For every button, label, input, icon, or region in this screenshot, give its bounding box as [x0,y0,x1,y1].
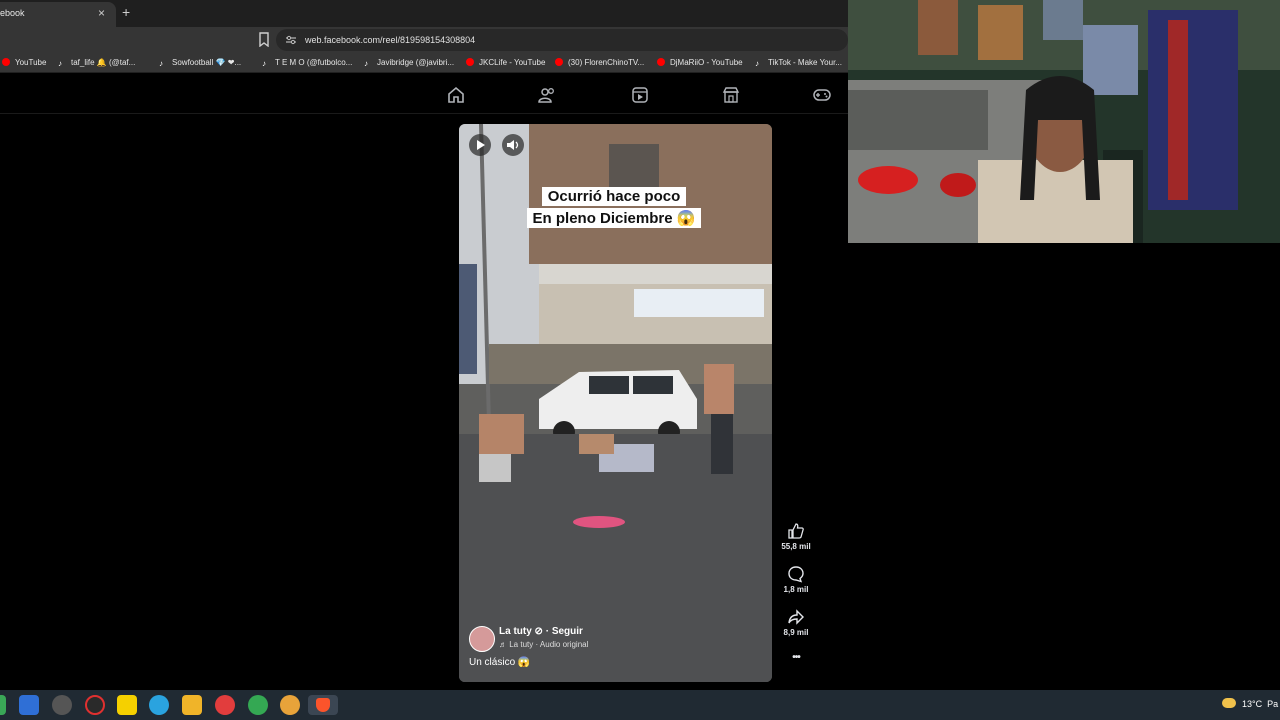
weather-icon [1222,698,1236,708]
weather-temp: 13°C [1242,699,1263,709]
bookmark-item[interactable]: ♪ TikTok - Make Your... [755,57,842,69]
share-count: 8,9 mil [783,628,809,637]
caption-line: Ocurrió hace poco [541,187,687,206]
play-icon[interactable] [469,134,491,156]
reel-video[interactable]: Ocurrió hace poco En pleno Diciembre 😱 L… [459,124,772,682]
chrome-icon[interactable] [215,695,235,715]
bookmark-item[interactable]: DjMaRiiO - YouTube [657,57,743,69]
tiktok-icon: ♪ [159,59,163,68]
bookmark-label: (30) FlorenChinoTV... [568,58,645,67]
like-count: 55,8 mil [781,542,811,551]
tray-text: Pa [1267,699,1279,709]
avatar[interactable] [469,626,495,652]
marketplace-icon[interactable] [722,86,740,104]
bookmark-label: T E M O (@futbolco... [275,58,353,67]
video-caption: Ocurrió hace poco En pleno Diciembre 😱 [489,186,739,229]
system-tray[interactable]: 13°C Pa [1222,698,1278,709]
facebook-nav-bar [0,74,848,114]
new-tab-button[interactable]: + [122,4,130,20]
author-name[interactable]: La tuty ⊘ · Seguir [499,626,583,637]
bookmark-icon[interactable] [258,32,270,47]
youtube-icon [2,58,10,66]
app-icon[interactable] [19,695,39,715]
bookmark-item[interactable]: JKCLife - YouTube [466,57,545,69]
settings-icon[interactable] [52,695,72,715]
sticky-notes-icon[interactable] [117,695,137,715]
comment-count: 1,8 mil [783,585,809,594]
comment-icon [788,566,804,583]
bookmark-label: YouTube [15,58,47,67]
browser-window: ebook × + web.facebook.com/reel/81959815… [0,0,848,690]
bookmark-label: Sowfootball 💎 ❤... [172,58,242,67]
chrome-icon[interactable] [280,695,300,715]
share-icon [788,609,804,625]
tiktok-icon: ♪ [364,59,368,68]
address-bar[interactable]: web.facebook.com/reel/819598154308804 [276,29,848,51]
audio-label[interactable]: ♬ La tuty · Audio original [499,640,588,649]
share-button[interactable]: 8,9 mil [778,608,814,637]
brave-browser-icon[interactable] [308,695,338,715]
comment-button[interactable]: 1,8 mil [778,565,814,594]
start-icon[interactable] [0,695,6,715]
bookmark-label: taf_life 🔔 (@taf... [71,58,136,67]
bookmark-label: TikTok - Make Your... [768,58,842,67]
youtube-icon [466,58,474,66]
file-explorer-icon[interactable] [182,695,202,715]
bookmark-item[interactable]: (30) FlorenChinoTV... [555,57,644,69]
webcam-overlay [848,0,1280,243]
gaming-icon[interactable] [813,86,831,104]
tab-strip: ebook × + [0,0,848,27]
browser-tab[interactable]: ebook × [0,2,116,27]
close-tab-icon[interactable]: × [98,6,105,20]
tiktok-icon: ♪ [262,59,266,68]
telegram-icon[interactable] [149,695,169,715]
volume-icon[interactable] [502,134,524,156]
youtube-icon [555,58,563,66]
chrome-icon[interactable] [248,695,268,715]
tiktok-icon: ♪ [58,59,62,68]
bookmark-label: DjMaRiiO - YouTube [670,58,743,67]
tab-title: ebook [0,8,25,18]
reel-description: Un clásico 😱 [469,657,531,668]
site-info-icon[interactable] [285,35,297,45]
bookmark-item[interactable]: YouTube [2,57,46,69]
obs-icon[interactable] [85,695,105,715]
friends-icon[interactable] [538,86,556,104]
url-text: web.facebook.com/reel/819598154308804 [305,35,476,45]
bookmark-item[interactable]: ♪ Sowfootball 💎 ❤... [159,57,241,69]
home-icon[interactable] [447,86,465,104]
tiktok-icon: ♪ [755,59,759,68]
bookmark-item[interactable]: ♪ T E M O (@futbolco... [262,57,352,69]
youtube-icon [657,58,665,66]
like-button[interactable]: 55,8 mil [778,522,814,551]
taskbar: 13°C Pa [0,690,1280,720]
bookmark-item[interactable]: ♪ Javibridge (@javibri... [364,57,454,69]
bookmark-item[interactable]: ♪ taf_life 🔔 (@taf... [58,57,135,69]
browser-toolbar: web.facebook.com/reel/819598154308804 [0,27,848,53]
bookmarks-bar: YouTube ♪ taf_life 🔔 (@taf... ♪ Sowfootbal… [0,53,848,73]
bookmark-label: Javibridge (@javibri... [377,58,455,67]
caption-line: En pleno Diciembre 😱 [526,208,702,228]
more-options-icon[interactable]: ••• [778,652,814,663]
video-icon[interactable] [631,86,649,104]
bookmark-label: JKCLife - YouTube [479,58,546,67]
like-icon [788,523,804,539]
